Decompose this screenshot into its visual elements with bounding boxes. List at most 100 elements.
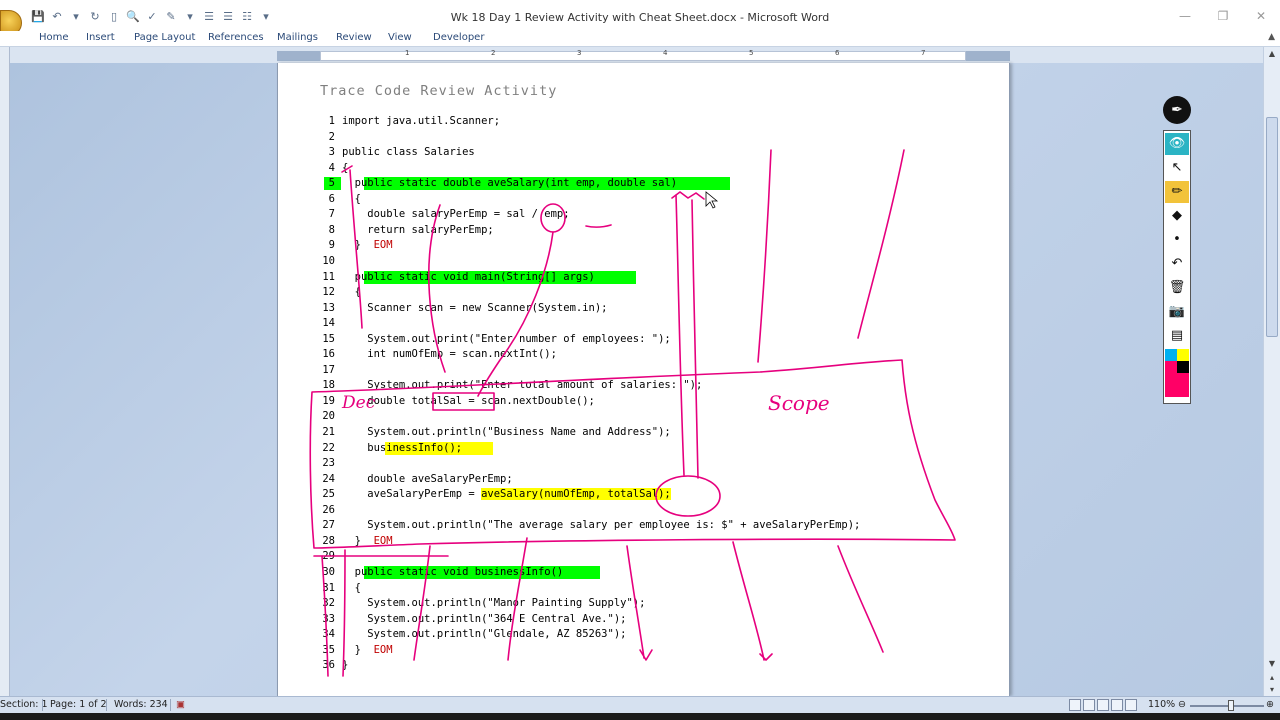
code-text: businessInfo(); bbox=[342, 441, 463, 454]
ink-color-swatch[interactable] bbox=[1177, 349, 1189, 361]
line-number: 34 bbox=[322, 628, 335, 641]
line-number: 18 bbox=[322, 379, 335, 392]
zoom-slider[interactable] bbox=[1190, 705, 1264, 707]
line-number: 15 bbox=[322, 332, 335, 345]
full-screen-view-icon[interactable] bbox=[1083, 699, 1095, 711]
line-number: 4 bbox=[328, 161, 335, 174]
line-number: 14 bbox=[322, 317, 335, 330]
ruler-number: 5 bbox=[749, 49, 754, 57]
ink-color-swatch[interactable] bbox=[1165, 361, 1177, 373]
whiteboard-icon[interactable]: ▤ bbox=[1165, 325, 1189, 347]
zoom-slider-thumb[interactable] bbox=[1228, 700, 1234, 711]
web-layout-view-icon[interactable] bbox=[1097, 699, 1109, 711]
ruler-number: 1 bbox=[405, 49, 410, 57]
code-text: double aveSalaryPerEmp; bbox=[342, 472, 513, 485]
code-text: System.out.println("The average salary p… bbox=[342, 519, 861, 532]
tab-review[interactable]: Review bbox=[336, 32, 372, 43]
line-number: 30 bbox=[322, 565, 335, 578]
code-text: double salaryPerEmp = sal / emp; bbox=[342, 208, 570, 221]
code-text: { bbox=[342, 581, 361, 594]
end-of-method-label: EOM bbox=[373, 239, 393, 252]
code-text: System.out.println("364 E Central Ave.")… bbox=[342, 612, 627, 625]
code-text: } bbox=[342, 659, 349, 672]
close-button[interactable]: ✕ bbox=[1242, 6, 1280, 26]
status-separator bbox=[42, 699, 43, 711]
page-indicator[interactable]: Page: 1 of 2 bbox=[50, 699, 107, 710]
line-number: 28 bbox=[322, 534, 335, 547]
undo-icon[interactable]: ↶ bbox=[1165, 253, 1189, 275]
pen-tool-icon[interactable]: ✒ bbox=[1163, 96, 1191, 124]
ribbon-minimize-icon[interactable]: ▲ bbox=[1268, 32, 1275, 42]
scroll-up-icon[interactable]: ▲ bbox=[1264, 47, 1280, 61]
zoom-out-icon[interactable]: ⊖ bbox=[1178, 699, 1186, 710]
code-text: return salaryPerEmp; bbox=[342, 223, 494, 236]
ruler-right-margin bbox=[966, 51, 1010, 61]
current-ink-color[interactable] bbox=[1165, 373, 1189, 397]
tab-view[interactable]: View bbox=[388, 32, 412, 43]
zoom-in-icon[interactable]: ⊕ bbox=[1266, 699, 1274, 710]
trash-icon[interactable]: 🗑 bbox=[1165, 277, 1189, 299]
code-text: System.out.print("Enter total amount of … bbox=[342, 379, 703, 392]
zoom-level[interactable]: 110% bbox=[1148, 699, 1175, 710]
line-number: 8 bbox=[328, 223, 335, 236]
tab-insert[interactable]: Insert bbox=[86, 32, 115, 43]
code-brace: } bbox=[342, 534, 374, 547]
ink-color-swatch[interactable] bbox=[1165, 349, 1177, 361]
code-text: import java.util.Scanner; bbox=[342, 115, 501, 127]
taskbar bbox=[0, 713, 1280, 720]
ink-color-swatch[interactable] bbox=[1177, 361, 1189, 373]
code-text: public static void main(String[] args) bbox=[342, 270, 595, 283]
code-text: public static void businessInfo() bbox=[342, 565, 564, 578]
tab-mailings[interactable]: Mailings bbox=[277, 32, 318, 43]
line-number: 11 bbox=[322, 270, 335, 283]
code-text: } EOM bbox=[342, 238, 393, 253]
word-count[interactable]: Words: 234 bbox=[114, 699, 168, 710]
tab-home[interactable]: Home bbox=[39, 32, 69, 43]
scroll-thumb[interactable] bbox=[1266, 117, 1278, 337]
pointer-icon[interactable]: ↖ bbox=[1165, 157, 1189, 179]
pen-size-icon[interactable]: • bbox=[1165, 229, 1189, 251]
code-text: } EOM bbox=[342, 534, 393, 549]
line-number: 12 bbox=[322, 286, 335, 299]
draft-view-icon[interactable] bbox=[1125, 699, 1137, 711]
section-indicator[interactable]: Section: 1 bbox=[0, 699, 48, 710]
next-page-icon[interactable]: ▾ bbox=[1264, 683, 1280, 697]
eraser-icon[interactable]: ◆ bbox=[1165, 205, 1189, 227]
minimize-button[interactable]: — bbox=[1166, 6, 1204, 26]
line-number: 24 bbox=[322, 472, 335, 485]
window-title: Wk 18 Day 1 Review Activity with Cheat S… bbox=[450, 11, 830, 24]
code-text: { bbox=[342, 192, 361, 205]
code-text: aveSalaryPerEmp = aveSalary(numOfEmp, to… bbox=[342, 487, 671, 502]
line-number: 36 bbox=[322, 659, 335, 672]
title-bar: 💾 ↶ ▾ ↻ ▯ 🔍 ✓ ✎ ▾ ☰ ☰ ☷ ▾ Wk 18 Day 1 Review Activit… bbox=[0, 0, 1280, 36]
line-number: 7 bbox=[328, 208, 335, 221]
camera-icon[interactable]: 📷 bbox=[1165, 301, 1189, 323]
line-number: 25 bbox=[322, 488, 335, 501]
code-text: int numOfEmp = scan.nextInt(); bbox=[342, 348, 557, 361]
tab-references[interactable]: References bbox=[208, 32, 264, 43]
scroll-down-icon[interactable]: ▼ bbox=[1264, 657, 1280, 671]
line-number: 20 bbox=[322, 410, 335, 423]
vertical-scrollbar[interactable]: ▲ ▼ ▴ ▾ bbox=[1263, 47, 1280, 696]
line-number: 29 bbox=[322, 550, 335, 563]
code-text: double totalSal = scan.nextDouble(); bbox=[342, 394, 595, 407]
highlighter-icon[interactable]: ✏ bbox=[1165, 181, 1189, 203]
line-number: 21 bbox=[322, 426, 335, 438]
outline-view-icon[interactable] bbox=[1111, 699, 1123, 711]
ruler-number: 3 bbox=[577, 49, 582, 57]
line-number: 22 bbox=[322, 441, 335, 454]
restore-button[interactable]: ❐ bbox=[1204, 6, 1242, 26]
line-number: 6 bbox=[328, 192, 335, 205]
line-number: 19 bbox=[322, 394, 335, 407]
proofing-icon[interactable]: ▣ bbox=[176, 699, 185, 710]
line-number: 23 bbox=[322, 457, 335, 470]
print-layout-view-icon[interactable] bbox=[1069, 699, 1081, 711]
horizontal-ruler[interactable]: 1 2 3 4 5 6 7 bbox=[320, 49, 966, 61]
ruler-number: 7 bbox=[921, 49, 926, 57]
line-number: 1 bbox=[328, 115, 335, 127]
status-separator bbox=[106, 699, 107, 711]
tab-page-layout[interactable]: Page Layout bbox=[134, 32, 195, 43]
code-text: Scanner scan = new Scanner(System.in); bbox=[342, 301, 608, 314]
show-ink-icon[interactable]: 👁 bbox=[1165, 133, 1189, 155]
tab-developer[interactable]: Developer bbox=[433, 32, 484, 43]
